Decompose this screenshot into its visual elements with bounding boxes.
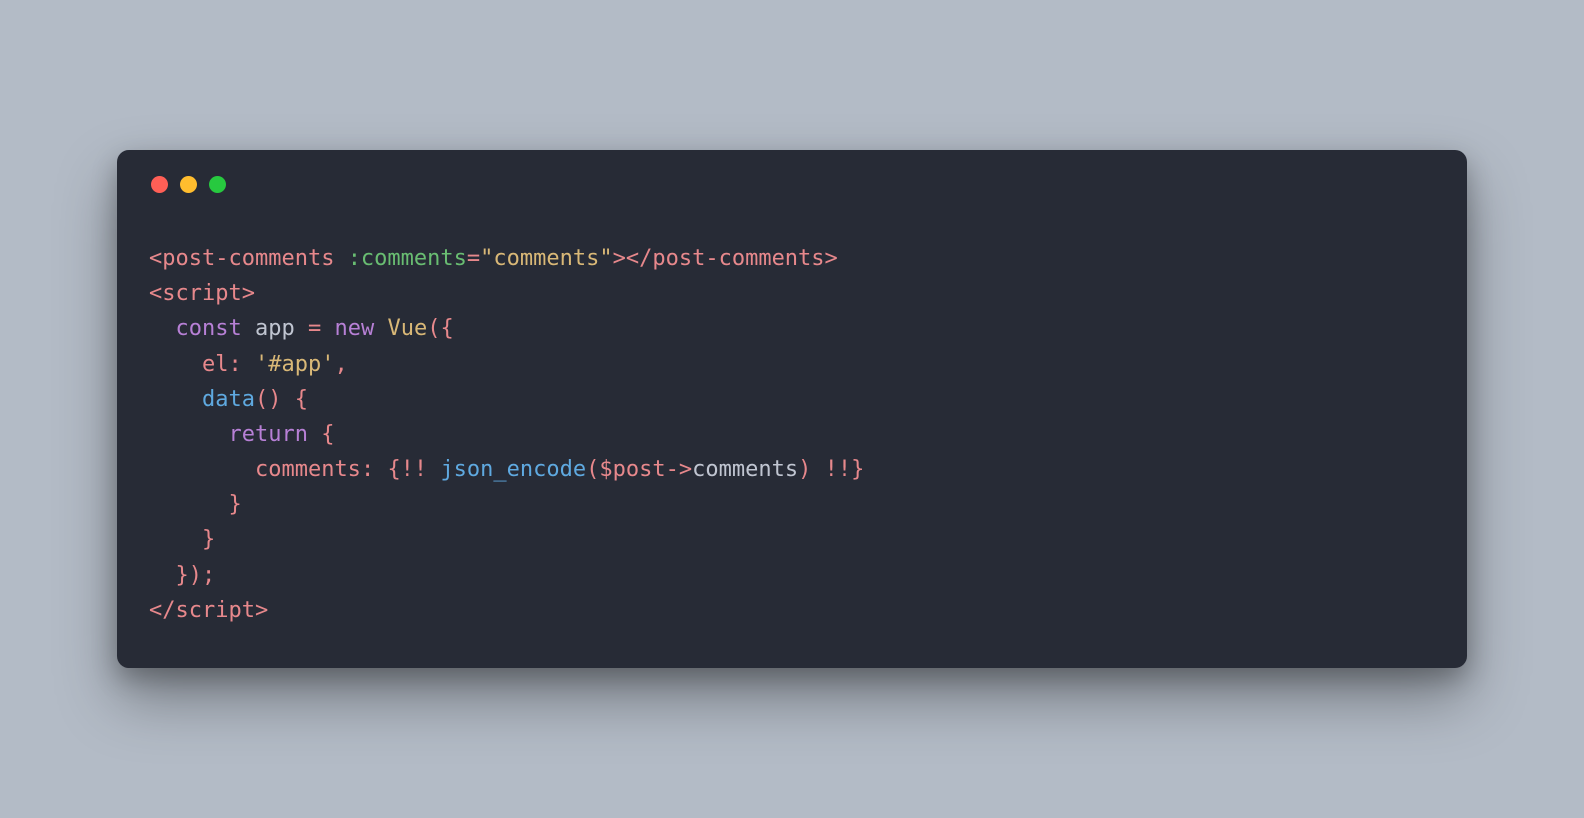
code-token bbox=[427, 457, 440, 482]
code-token: script bbox=[176, 598, 255, 623]
code-token: ></ bbox=[613, 246, 653, 271]
code-token: comments bbox=[692, 457, 798, 482]
code-token: post-comments bbox=[162, 246, 334, 271]
code-token: } bbox=[228, 492, 241, 517]
code-token bbox=[374, 457, 387, 482]
code-token: Vue bbox=[387, 316, 427, 341]
code-token: data bbox=[202, 387, 255, 412]
window-zoom-button[interactable] bbox=[209, 176, 226, 193]
code-token: app bbox=[242, 316, 308, 341]
code-line: comments: {!! json_encode($post->comment… bbox=[149, 452, 1435, 487]
code-token: json_encode bbox=[440, 457, 586, 482]
code-line: return { bbox=[149, 417, 1435, 452]
code-token: comments bbox=[255, 457, 361, 482]
code-token: script bbox=[162, 281, 241, 306]
code-token: } bbox=[202, 527, 215, 552]
code-token bbox=[334, 246, 347, 271]
code-line: }); bbox=[149, 558, 1435, 593]
code-token: '#app' bbox=[255, 352, 334, 377]
code-line: el: '#app', bbox=[149, 347, 1435, 382]
code-token: ({ bbox=[427, 316, 454, 341]
code-line: </script> bbox=[149, 593, 1435, 628]
code-token: "comments" bbox=[480, 246, 612, 271]
code-token bbox=[374, 316, 387, 341]
code-token: = bbox=[308, 316, 321, 341]
code-token: new bbox=[334, 316, 374, 341]
code-token: !!} bbox=[825, 457, 865, 482]
code-token bbox=[811, 457, 824, 482]
code-token: : bbox=[228, 352, 241, 377]
code-token: {!! bbox=[387, 457, 427, 482]
window-minimize-button[interactable] bbox=[180, 176, 197, 193]
code-token bbox=[308, 422, 321, 447]
code-token: -> bbox=[666, 457, 693, 482]
code-token: $post bbox=[599, 457, 665, 482]
code-token: ( bbox=[586, 457, 599, 482]
code-token: </ bbox=[149, 598, 176, 623]
code-token bbox=[321, 316, 334, 341]
code-token: > bbox=[255, 598, 268, 623]
code-token: :comments bbox=[348, 246, 467, 271]
code-line: } bbox=[149, 522, 1435, 557]
code-line: data() { bbox=[149, 382, 1435, 417]
code-line: const app = new Vue({ bbox=[149, 311, 1435, 346]
code-token: const bbox=[176, 316, 242, 341]
code-token: { bbox=[295, 387, 308, 412]
code-token: : bbox=[361, 457, 374, 482]
code-token: < bbox=[149, 281, 162, 306]
code-token: el bbox=[202, 352, 229, 377]
code-line: <script> bbox=[149, 276, 1435, 311]
code-block: <post-comments :comments="comments"></po… bbox=[149, 241, 1435, 628]
code-token: return bbox=[228, 422, 307, 447]
code-token bbox=[281, 387, 294, 412]
code-token: ) bbox=[798, 457, 811, 482]
code-token: }); bbox=[176, 563, 216, 588]
code-line: } bbox=[149, 487, 1435, 522]
code-line: <post-comments :comments="comments"></po… bbox=[149, 241, 1435, 276]
code-token: > bbox=[242, 281, 255, 306]
code-token: = bbox=[467, 246, 480, 271]
code-token: > bbox=[825, 246, 838, 271]
code-token: post-comments bbox=[652, 246, 824, 271]
code-token: { bbox=[321, 422, 334, 447]
code-token: < bbox=[149, 246, 162, 271]
code-token: () bbox=[255, 387, 282, 412]
code-window: <post-comments :comments="comments"></po… bbox=[117, 150, 1467, 668]
code-token: , bbox=[334, 352, 347, 377]
code-token bbox=[242, 352, 255, 377]
window-close-button[interactable] bbox=[151, 176, 168, 193]
traffic-lights bbox=[151, 176, 1435, 193]
